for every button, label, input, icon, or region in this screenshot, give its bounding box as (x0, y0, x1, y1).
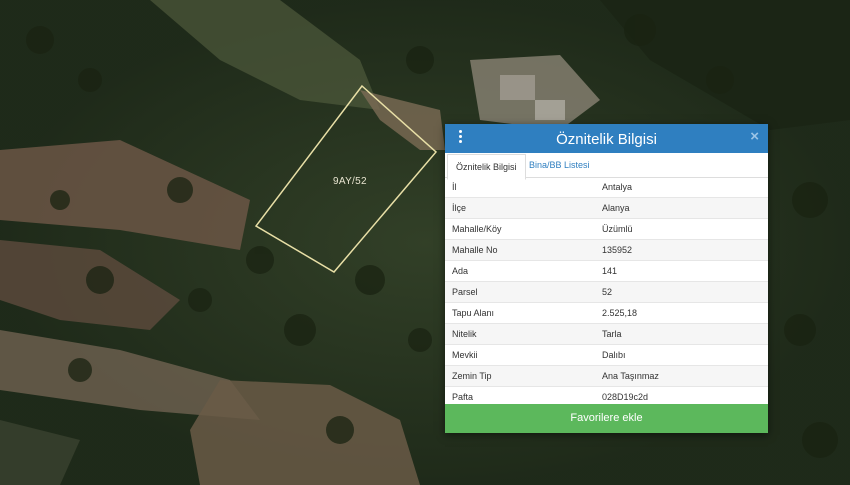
row-value: 028D19c2d (602, 392, 649, 402)
row-value: 52 (602, 287, 613, 297)
table-row: Zemin Tip Ana Taşınmaz (445, 366, 768, 387)
table-row: Tapu Alanı 2.525,18 (445, 303, 768, 324)
row-key: Tapu Alanı (452, 308, 495, 318)
row-key: Nitelik (452, 329, 477, 339)
table-row: Parsel 52 (445, 282, 768, 303)
table-row: İl Antalya (445, 177, 768, 198)
row-key: Mahalle No (452, 245, 498, 255)
panel-tabs: Öznitelik Bilgisi Bina/BB Listesi (445, 153, 768, 180)
close-icon[interactable]: × (750, 128, 759, 145)
table-row: Mahalle/Köy Üzümlü (445, 219, 768, 240)
row-key: Pafta (452, 392, 474, 402)
row-value: Alanya (602, 203, 630, 213)
row-key: İl (452, 182, 457, 192)
table-row: Mevkii Dalıbı (445, 345, 768, 366)
row-key: İlçe (452, 203, 467, 213)
row-key: Mahalle/Köy (452, 224, 502, 234)
table-row: İlçe Alanya (445, 198, 768, 219)
row-value: 135952 (602, 245, 633, 255)
row-key: Ada (452, 266, 469, 276)
row-value: Ana Taşınmaz (602, 371, 659, 381)
table-row: Ada 141 (445, 261, 768, 282)
row-value: Antalya (602, 182, 633, 192)
parcel-label: 9AY/52 (333, 176, 367, 187)
panel-header: Öznitelik Bilgisi × (445, 124, 768, 153)
table-row: Mahalle No 135952 (445, 240, 768, 261)
row-value: 2.525,18 (602, 308, 638, 318)
row-value: 141 (602, 266, 618, 276)
row-key: Zemin Tip (452, 371, 492, 381)
row-key: Parsel (452, 287, 478, 297)
row-value: Üzümlü (602, 224, 633, 234)
attribute-table: İl Antalya İlçe Alanya Mahalle/Köy Üzümlü M… (445, 177, 768, 408)
row-key: Mevkii (452, 350, 478, 360)
attribute-panel: Öznitelik Bilgisi × Öznitelik Bilgisi Bi… (445, 124, 768, 433)
add-favorites-button[interactable]: Favorilere ekle (445, 404, 768, 433)
row-value: Dalıbı (602, 350, 626, 360)
row-value: Tarla (602, 329, 622, 339)
tab-building-list[interactable]: Bina/BB Listesi (521, 153, 598, 177)
table-row: Nitelik Tarla (445, 324, 768, 345)
panel-title: Öznitelik Bilgisi (556, 131, 657, 148)
